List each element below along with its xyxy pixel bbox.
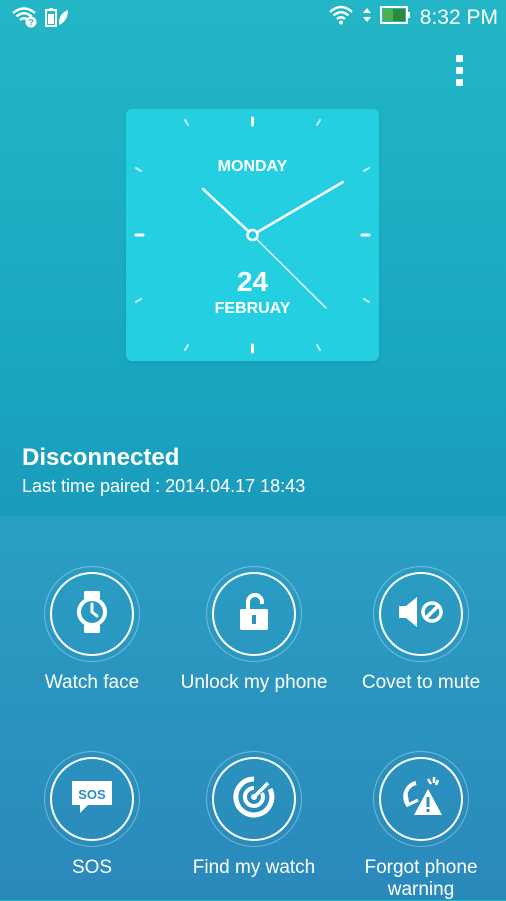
wifi-icon <box>328 4 354 31</box>
sos-label: SOS <box>71 857 113 878</box>
watch-face-label: Watch face <box>44 672 140 693</box>
find-my-watch-label: Find my watch <box>192 857 316 878</box>
unlock-my-phone-button[interactable]: Unlock my phone <box>169 566 339 694</box>
connection-status: Disconnected <box>22 444 180 471</box>
covet-to-mute-label: Covet to mute <box>361 672 481 693</box>
watch-month: FEBRUAY <box>214 300 291 317</box>
overflow-menu-icon[interactable] <box>446 52 472 88</box>
covet-to-mute-button[interactable]: Covet to mute <box>336 566 506 694</box>
unlock-icon <box>236 592 272 637</box>
unlock-my-phone-label: Unlock my phone <box>180 672 328 693</box>
watch-day: MONDAY <box>217 158 288 175</box>
last-paired-text: Last time paired : 2014.04.17 18:43 <box>22 476 306 496</box>
sos-button[interactable]: SOS SOS <box>7 751 177 879</box>
phone-warning-icon <box>398 775 444 824</box>
status-time: 8:32 PM <box>419 5 498 29</box>
wifi-question-icon: ? <box>12 6 38 33</box>
battery-leaf-icon <box>44 6 70 33</box>
watch-date-number: 24 <box>236 266 269 297</box>
forgot-phone-warning-button[interactable]: Forgot phone warning <box>336 751 506 901</box>
svg-text:SOS: SOS <box>78 787 106 802</box>
radar-icon <box>232 775 276 824</box>
mute-speaker-icon <box>397 595 445 634</box>
status-bar-right: 8:32 PM <box>328 4 498 31</box>
find-my-watch-button[interactable]: Find my watch <box>169 751 339 879</box>
data-arrows-icon <box>362 4 372 31</box>
battery-icon <box>379 4 412 31</box>
forgot-phone-warning-label: Forgot phone warning <box>364 857 478 900</box>
sos-bubble-icon: SOS <box>70 777 114 822</box>
watch-face-preview[interactable]: MONDAY 24 FEBRUAY <box>126 109 379 361</box>
status-bar-left: ? <box>12 6 70 33</box>
clock-dial <box>134 116 371 354</box>
svg-text:?: ? <box>28 18 34 28</box>
watch-face-button[interactable]: Watch face <box>7 566 177 694</box>
status-bar: ? 8:32 PM <box>0 0 506 36</box>
watch-icon <box>74 590 110 639</box>
